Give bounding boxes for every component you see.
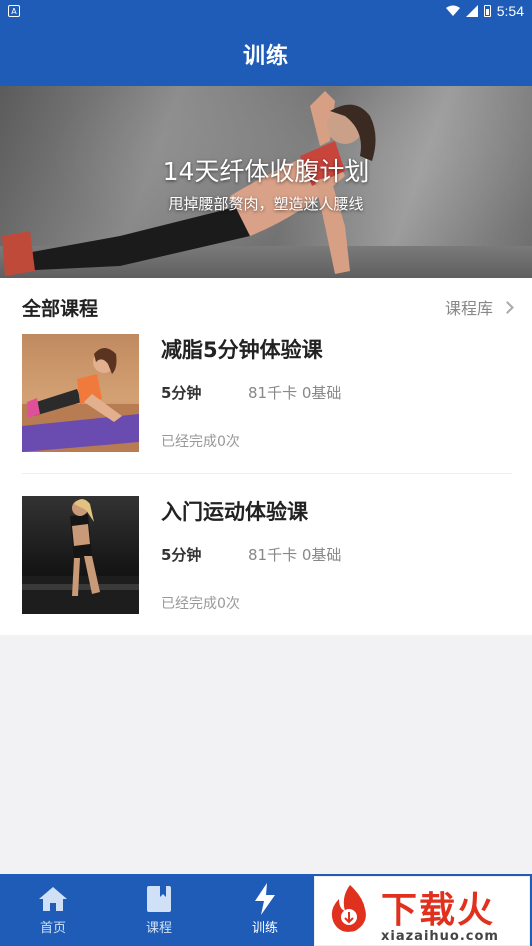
page-title: 训练	[242, 44, 289, 69]
app-bar: 训练	[0, 22, 532, 86]
course-thumbnail	[22, 334, 139, 452]
course-thumbnail	[22, 496, 139, 614]
course-meta: 5分钟 81千卡 0基础	[161, 382, 341, 403]
course-duration: 5分钟	[161, 384, 202, 402]
course-duration: 5分钟	[161, 546, 202, 564]
thumbnail-photo-runner	[22, 499, 139, 614]
home-icon	[38, 884, 68, 914]
tab-home-label: 首页	[39, 921, 66, 936]
tab-training[interactable]: 训练	[212, 874, 318, 946]
tab-courses[interactable]: 课程	[106, 874, 212, 946]
section-title: 全部课程	[22, 297, 99, 320]
banner-subtitle: 甩掉腰部赘肉，塑造迷人腰线	[168, 195, 364, 213]
watermark-logo: 下载火 xiazaihuo.com	[314, 876, 530, 946]
course-progress: 已经完成0次	[161, 434, 240, 450]
course-library-label: 课程库	[444, 299, 493, 318]
chevron-right-icon	[501, 300, 514, 314]
notification-app-icon: A	[8, 5, 20, 17]
course-card[interactable]: 减脂5分钟体验课 5分钟 81千卡 0基础 已经完成0次	[22, 334, 512, 454]
battery-icon	[483, 5, 491, 17]
flame-icon	[331, 885, 366, 932]
course-stats: 81千卡 0基础	[248, 384, 342, 402]
course-title: 减脂5分钟体验课	[161, 338, 323, 362]
lightning-icon	[250, 883, 280, 915]
watermark-url: xiazaihuo.com	[381, 929, 499, 944]
watermark-text: 下载火	[381, 890, 496, 931]
plan-banner[interactable]: 14天纤体收腹计划 甩掉腰部赘肉，塑造迷人腰线	[0, 86, 532, 278]
all-courses-section: 全部课程 课程库 减脂5分钟体验课 5分钟 81千卡 0基础 已经完成0次 入门…	[0, 278, 532, 635]
section-header: 全部课程 课程库	[22, 292, 514, 322]
course-library-link[interactable]: 课程库	[444, 295, 514, 319]
course-meta: 5分钟 81千卡 0基础	[161, 544, 341, 565]
course-stats: 81千卡 0基础	[248, 546, 342, 564]
signal-icon	[465, 5, 478, 17]
course-card[interactable]: 入门运动体验课 5分钟 81千卡 0基础 已经完成0次	[22, 496, 512, 616]
tab-training-label: 训练	[251, 921, 278, 936]
course-title: 入门运动体验课	[161, 500, 308, 524]
tab-courses-label: 课程	[145, 921, 172, 936]
book-icon	[144, 884, 174, 914]
tab-home[interactable]: 首页	[0, 874, 106, 946]
course-progress: 已经完成0次	[161, 596, 240, 612]
thumbnail-photo-plank	[22, 348, 139, 452]
status-bar: A 5:54	[0, 0, 532, 22]
status-time: 5:54	[496, 3, 524, 19]
banner-title: 14天纤体收腹计划	[162, 157, 370, 186]
divider	[22, 473, 512, 474]
wifi-icon	[445, 5, 460, 16]
